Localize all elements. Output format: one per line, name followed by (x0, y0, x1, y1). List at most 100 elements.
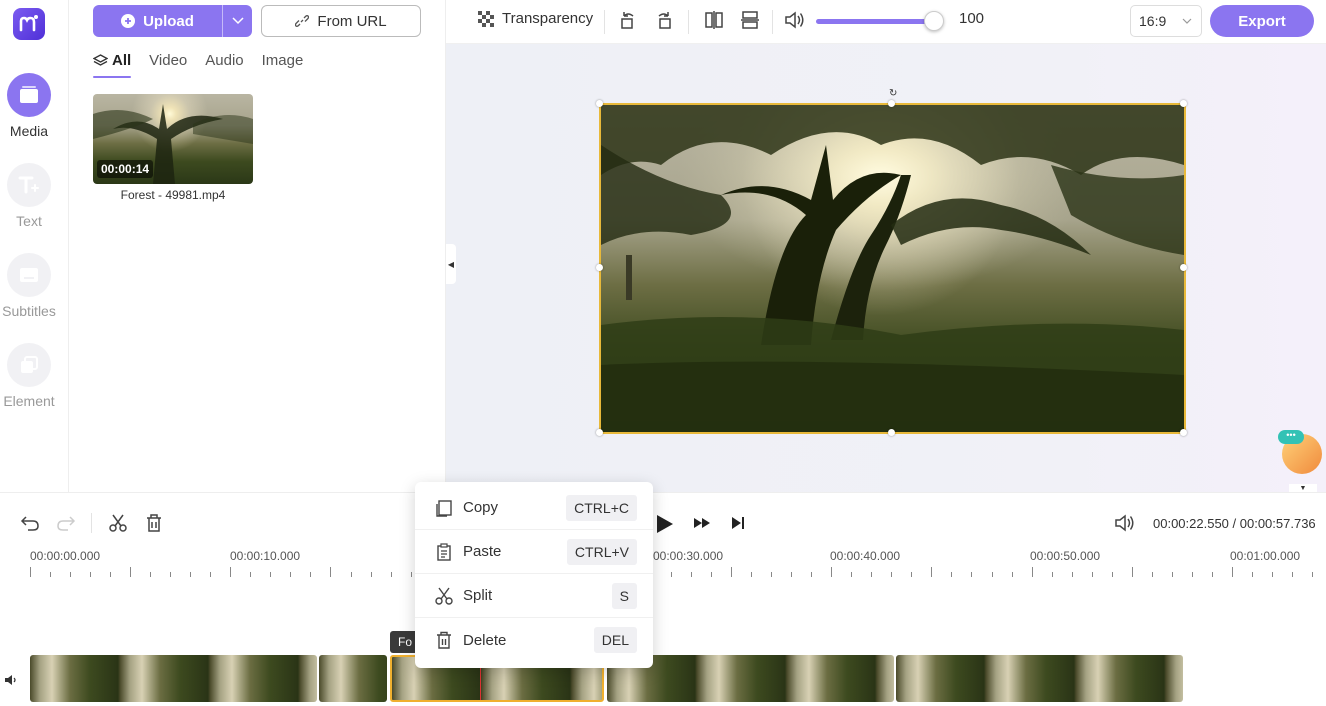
volume-slider-knob[interactable] (924, 11, 944, 31)
ruler-tick (250, 572, 252, 577)
aspect-ratio-select[interactable]: 16:9 (1130, 5, 1202, 37)
ruler-tick (851, 572, 853, 577)
chat-dots-icon: ••• (1278, 430, 1304, 444)
chevron-down-icon (1182, 18, 1192, 24)
ruler-tick (1131, 567, 1133, 577)
ruler-label: 00:00:10.000 (230, 549, 301, 563)
ruler-tick (1031, 567, 1033, 577)
ruler-label: 00:00:40.000 (830, 549, 901, 563)
ruler-tick (190, 572, 192, 577)
copy-icon (433, 497, 455, 519)
track-volume-icon[interactable] (4, 673, 18, 691)
ruler-tick (991, 572, 993, 577)
checkerboard-icon (478, 10, 494, 27)
flip-horizontal-icon (705, 11, 723, 29)
timeline-volume-button[interactable] (1114, 513, 1136, 538)
ruler-label: 00:00:50.000 (1030, 549, 1101, 563)
menu-item-label: Split (463, 587, 493, 604)
undo-button[interactable] (20, 513, 40, 538)
resize-handle[interactable] (888, 100, 895, 107)
rotate-left-button[interactable] (618, 10, 638, 30)
layers-icon (93, 53, 108, 66)
fast-forward-button[interactable] (692, 513, 712, 538)
rotate-handle-icon[interactable]: ↻ (889, 88, 897, 99)
export-button[interactable]: Export (1210, 5, 1314, 37)
menu-item-copy[interactable]: Copy CTRL+C (415, 486, 653, 530)
rail-item-media[interactable]: Media (0, 73, 58, 139)
resize-handle[interactable] (1180, 429, 1187, 436)
ruler-tick (671, 572, 672, 577)
upload-dropdown[interactable] (222, 5, 252, 37)
tab-audio[interactable]: Audio (205, 52, 243, 75)
ruler-tick (871, 572, 873, 577)
volume-value-text: 100 (959, 10, 985, 27)
rotate-right-button[interactable] (654, 10, 674, 30)
ruler-tick (1051, 572, 1053, 577)
ruler-tick (330, 567, 332, 577)
ruler-tick (150, 572, 152, 577)
clipboard-icon (433, 541, 455, 563)
ruler-label: 00:00:00.000 (30, 549, 101, 563)
tab-image[interactable]: Image (262, 52, 304, 75)
ruler-tick (350, 572, 352, 577)
ruler-tick (1251, 572, 1253, 577)
rail-label: Text (16, 213, 42, 229)
play-button[interactable] (653, 513, 675, 540)
ruler-tick (230, 567, 232, 577)
volume-button[interactable] (784, 10, 806, 30)
undo-icon (20, 516, 39, 531)
ruler-tick (410, 572, 412, 577)
skip-end-button[interactable] (728, 513, 748, 538)
rail-item-element[interactable]: Element (0, 343, 58, 409)
ruler-label: 00:01:00.000 (1230, 549, 1301, 563)
flip-vertical-button[interactable] (740, 10, 760, 30)
resize-handle[interactable] (1180, 100, 1187, 107)
split-button[interactable] (108, 513, 128, 538)
media-thumbnail[interactable]: 00:00:14 (93, 94, 253, 184)
video-preview[interactable] (596, 100, 1187, 436)
menu-item-split[interactable]: Split S (415, 574, 653, 618)
flip-horizontal-button[interactable] (704, 10, 724, 30)
tab-all[interactable]: All (93, 52, 132, 78)
ruler-tick (290, 572, 292, 577)
resize-handle[interactable] (596, 100, 603, 107)
upload-button[interactable]: Upload (93, 5, 252, 37)
upload-main[interactable]: Upload (93, 13, 222, 30)
ruler-tick (1071, 572, 1073, 577)
menu-item-paste[interactable]: Paste CTRL+V (415, 530, 653, 574)
timeline: 00:00:22.550 / 00:00:57.736 00:00:00.000… (0, 492, 1326, 706)
transparency-button[interactable]: Transparency (478, 10, 593, 27)
timeline-clip[interactable] (30, 655, 317, 702)
top-toolbar: Transparency 100 16:9 Export (446, 0, 1326, 44)
rail-item-text[interactable]: Text (0, 163, 58, 229)
clip-tag: Fo (390, 631, 418, 653)
ruler-tick (1211, 572, 1213, 577)
ruler-tick (170, 572, 172, 577)
menu-item-delete[interactable]: Delete DEL (415, 618, 653, 662)
timeline-clip[interactable] (896, 655, 1183, 702)
from-url-button[interactable]: From URL (261, 5, 421, 37)
transparency-label: Transparency (502, 10, 594, 27)
rail-item-subtitles[interactable]: Subtitles (0, 253, 58, 319)
resize-handle[interactable] (596, 429, 603, 436)
collapse-panel-button[interactable]: ◀ (446, 244, 456, 284)
ruler-tick (891, 572, 893, 577)
app-logo[interactable] (13, 8, 45, 40)
ruler-tick (1271, 572, 1273, 577)
timeline-ruler[interactable] (30, 567, 1313, 577)
ruler-tick (731, 567, 733, 577)
tab-video[interactable]: Video (149, 52, 187, 75)
shortcut-badge: DEL (593, 627, 637, 653)
volume-slider-track[interactable] (816, 19, 936, 24)
ruler-tick (1312, 572, 1313, 577)
shortcut-badge: S (611, 582, 637, 609)
resize-handle[interactable] (596, 264, 603, 271)
resize-handle[interactable] (888, 429, 895, 436)
rotate-right-icon (658, 12, 671, 29)
redo-button[interactable] (56, 513, 76, 538)
resize-handle[interactable] (1180, 264, 1187, 271)
ruler-tick (831, 567, 833, 577)
delete-button[interactable] (144, 513, 164, 538)
rail-label: Media (9, 123, 49, 139)
timeline-clip[interactable] (319, 655, 387, 702)
